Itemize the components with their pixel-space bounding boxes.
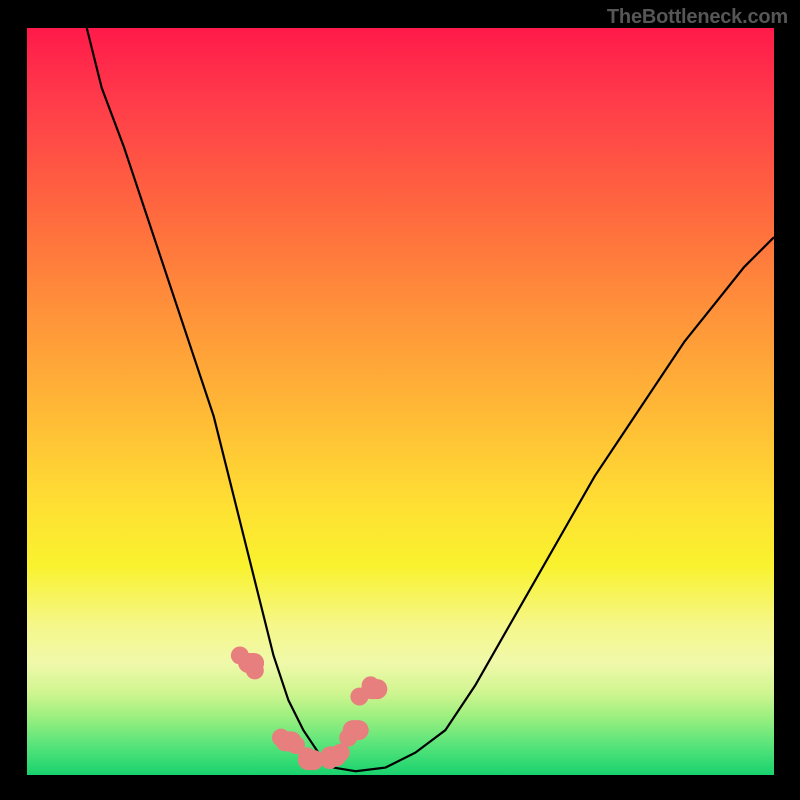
marker-dot (298, 747, 316, 765)
marker-dot (231, 646, 249, 664)
chart-svg (27, 28, 774, 775)
marker-dot (339, 729, 357, 747)
plot-area (27, 28, 774, 775)
chart-container: TheBottleneck.com (0, 0, 800, 800)
watermark-text: TheBottleneck.com (607, 6, 788, 29)
marker-dot (246, 661, 264, 679)
bottleneck-curve (87, 28, 774, 771)
marker-dot (362, 676, 380, 694)
highlight-markers (231, 646, 380, 769)
